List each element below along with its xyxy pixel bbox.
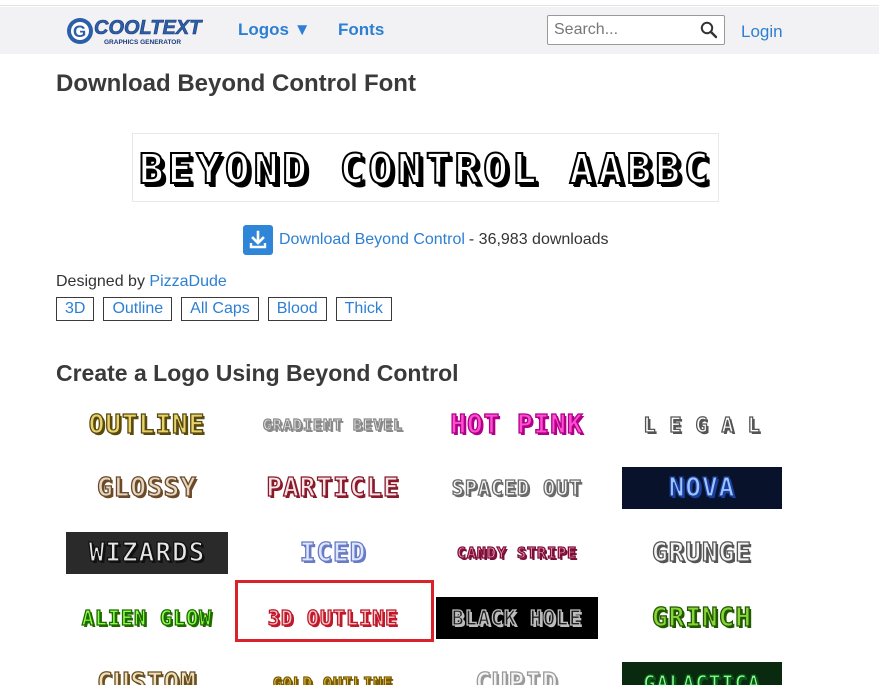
cooltext-logo[interactable]: G COOLTEXT GRAPHICS GENERATOR [66, 14, 206, 48]
logo-style-custom[interactable]: CUSTOM [66, 658, 228, 685]
svg-text:GRAPHICS GENERATOR: GRAPHICS GENERATOR [104, 39, 181, 46]
logo-style-label: GALACTICA [643, 670, 761, 685]
nav-fonts[interactable]: Fonts [338, 20, 384, 40]
search-icon[interactable] [700, 21, 718, 39]
logo-style-label: ICED [299, 537, 367, 568]
search-input[interactable] [548, 16, 698, 44]
logo-style-label: GLOSSY [96, 472, 197, 503]
logo-style-gold-outline[interactable]: GOLD OUTLINE [252, 658, 414, 685]
logo-style-label: GRUNGE [651, 537, 752, 568]
designer-link[interactable]: PizzaDude [149, 273, 226, 290]
logo-style-galactica[interactable]: GALACTICA [622, 662, 782, 685]
tag-thick[interactable]: Thick [335, 297, 392, 321]
logo-style-label: GRADIENT BEVEL [262, 415, 404, 434]
nav-logos[interactable]: Logos ▼ [238, 20, 311, 40]
logo-style-label: PARTICLE [266, 472, 400, 503]
download-link[interactable]: Download Beyond Control [279, 231, 465, 249]
top-strip [0, 0, 879, 6]
logo-style-candy-stripe[interactable]: CANDY STRIPE [436, 528, 598, 578]
logo-style-label: BLACK HOLE [451, 605, 583, 630]
logo-style-grunge[interactable]: GRUNGE [622, 528, 782, 578]
logo-style-label: 3D OUTLINE [267, 605, 399, 630]
logo-style-outline[interactable]: OUTLINE [66, 400, 228, 450]
font-tags: 3D Outline All Caps Blood Thick [56, 297, 392, 321]
tag-all-caps[interactable]: All Caps [181, 297, 259, 321]
font-preview-text: BEYOND CONTROL AABBC [138, 144, 713, 194]
logos-section-title: Create a Logo Using Beyond Control [56, 360, 459, 386]
logo-style-label: WIZARDS [88, 537, 206, 568]
logo-style-label: OUTLINE [88, 409, 206, 440]
download-row: Download Beyond Control - 36,983 downloa… [243, 225, 609, 255]
svg-text:G: G [73, 22, 86, 41]
svg-text:COOLTEXT: COOLTEXT [94, 17, 203, 39]
logo-style-spaced-out[interactable]: SPACED OUT [436, 463, 598, 513]
logo-style-label: L E G A L [643, 412, 761, 437]
tag-3d[interactable]: 3D [56, 297, 95, 321]
logo-style-nova[interactable]: NOVA [622, 467, 782, 509]
logo-style-label: HOT PINK [450, 409, 584, 440]
tag-blood[interactable]: Blood [267, 297, 327, 321]
logo-style-iced[interactable]: ICED [252, 528, 414, 578]
logo-style-label: GRINCH [651, 602, 752, 633]
logo-style-label: SPACED OUT [451, 475, 583, 500]
logo-style-gradient-bevel[interactable]: GRADIENT BEVEL [252, 400, 414, 450]
logo-style-particle[interactable]: PARTICLE [252, 463, 414, 513]
logo-style-label: CANDY STRIPE [456, 543, 578, 562]
font-preview: BEYOND CONTROL AABBC [132, 133, 719, 202]
logo-style-black-hole[interactable]: BLACK HOLE [436, 597, 598, 639]
logo-style-label: ALIEN GLOW [81, 605, 213, 630]
page-title: Download Beyond Control Font [56, 70, 416, 97]
logo-style-cupid[interactable]: CUPID [436, 658, 598, 685]
login-link[interactable]: Login [741, 22, 783, 42]
logo-style-glossy[interactable]: GLOSSY [66, 463, 228, 513]
download-count: - 36,983 downloads [468, 231, 609, 248]
logo-style-label: GOLD OUTLINE [272, 673, 394, 685]
logo-style-3d-outline[interactable]: 3D OUTLINE [252, 593, 414, 643]
logo-style-wizards[interactable]: WIZARDS [66, 532, 228, 574]
site-header: G COOLTEXT GRAPHICS GENERATOR Logos ▼ Fo… [0, 7, 879, 54]
download-icon[interactable] [243, 225, 273, 255]
logo-style-l-e-g-a-l[interactable]: L E G A L [622, 400, 782, 450]
designed-by: Designed by PizzaDude [56, 273, 227, 291]
logo-style-hot-pink[interactable]: HOT PINK [436, 400, 598, 450]
tag-outline[interactable]: Outline [103, 297, 173, 321]
search-box [547, 15, 725, 45]
logo-style-label: CUPID [475, 667, 559, 685]
logo-style-grinch[interactable]: GRINCH [622, 593, 782, 643]
logo-style-alien-glow[interactable]: ALIEN GLOW [66, 593, 228, 643]
logo-style-grid: OUTLINE GRADIENT BEVEL HOT PINK L E G A L GL… [66, 400, 796, 685]
designed-by-label: Designed by [56, 273, 145, 290]
logo-style-label: CUSTOM [96, 667, 197, 685]
logo-style-label: NOVA [668, 472, 736, 503]
